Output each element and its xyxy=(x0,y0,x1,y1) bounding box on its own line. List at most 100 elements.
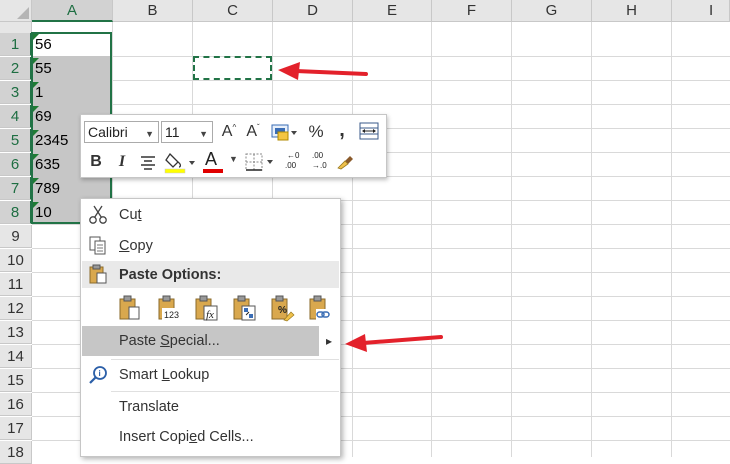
row-header-4[interactable]: 4 xyxy=(0,105,32,128)
cell-a5[interactable]: 2345 xyxy=(35,129,68,152)
chevron-down-icon: ▼ xyxy=(145,129,154,139)
row-header-8[interactable]: 8 xyxy=(0,201,32,224)
fill-color-button[interactable] xyxy=(163,150,199,174)
row-header-3[interactable]: 3 xyxy=(0,81,32,104)
menu-item-insert-copied-cells[interactable]: Insert Copied Cells... xyxy=(82,422,339,452)
annotation-arrow-icon xyxy=(345,334,443,352)
column-header-d[interactable]: D xyxy=(273,0,353,22)
row-header-1[interactable]: 1 xyxy=(0,33,32,56)
annotation-arrow-icon xyxy=(278,62,368,80)
menu-label-cut: Cut xyxy=(119,207,142,223)
error-flag-icon[interactable] xyxy=(33,34,39,40)
svg-text:%: % xyxy=(278,305,287,316)
format-painter-button[interactable] xyxy=(335,151,355,171)
paste-icon[interactable] xyxy=(117,293,143,323)
column-header-c[interactable]: C xyxy=(193,0,273,22)
menu-label-copy: Copy xyxy=(119,238,153,254)
error-flag-icon[interactable] xyxy=(33,202,39,208)
menu-item-copy[interactable]: Copy xyxy=(82,231,339,261)
error-flag-icon[interactable] xyxy=(33,58,39,64)
decrease-font-icon: A xyxy=(246,123,257,140)
menu-label-smart-lookup: Smart Lookup xyxy=(119,367,210,383)
error-flag-icon[interactable] xyxy=(33,178,39,184)
number-format-button[interactable] xyxy=(269,121,299,143)
column-header-e[interactable]: E xyxy=(353,0,432,22)
decrease-decimal-button[interactable]: .00 →.0 xyxy=(308,151,332,175)
row-header-10[interactable]: 10 xyxy=(0,249,32,272)
increase-decimal-icon: .00 xyxy=(285,161,297,170)
svg-text:123: 123 xyxy=(164,310,179,320)
select-all-triangle-icon xyxy=(17,7,29,19)
font-color-button[interactable]: A ▼ xyxy=(203,149,239,175)
context-menu: Cut Copy Paste Options: 123 fx % Paste S… xyxy=(80,198,341,457)
row-header-5[interactable]: 5 xyxy=(0,129,32,152)
menu-label-paste-special: Paste Special... xyxy=(119,333,220,349)
clipboard-icon xyxy=(89,264,107,284)
row-header-17[interactable]: 17 xyxy=(0,417,32,440)
mini-toolbar: Calibri ▼ 11 ▼ A ^ Aˇ % , B I A ▼ ←0 .00… xyxy=(80,114,387,178)
submenu-arrow-icon[interactable]: ▸ xyxy=(318,326,339,356)
smart-lookup-icon: i xyxy=(89,366,107,384)
increase-font-size-button[interactable]: A ^ xyxy=(219,121,239,143)
row-header-18[interactable]: 18 xyxy=(0,441,32,464)
error-flag-icon[interactable] xyxy=(33,154,39,160)
select-all-button[interactable] xyxy=(0,0,32,22)
row-header-12[interactable]: 12 xyxy=(0,297,32,320)
font-color-icon: A xyxy=(205,149,218,169)
paste-options-header: Paste Options: xyxy=(82,261,339,288)
center-align-button[interactable] xyxy=(137,152,159,172)
menu-item-paste-special[interactable]: Paste Special... ▸ xyxy=(82,326,339,356)
row-header-9[interactable]: 9 xyxy=(0,225,32,248)
font-size-combo[interactable]: 11 ▼ xyxy=(161,121,213,143)
column-header-f[interactable]: F xyxy=(432,0,512,22)
paste-formatting-icon[interactable]: % xyxy=(269,293,295,323)
paint-bucket-icon xyxy=(164,152,195,174)
row-header-15[interactable]: 15 xyxy=(0,369,32,392)
font-name-combo[interactable]: Calibri ▼ xyxy=(84,121,159,143)
column-header-b[interactable]: B xyxy=(113,0,193,22)
column-header-h[interactable]: H xyxy=(592,0,672,22)
error-flag-icon[interactable] xyxy=(33,106,39,112)
increase-font-icon: A xyxy=(221,123,233,140)
menu-item-cut[interactable]: Cut xyxy=(82,200,339,230)
borders-button[interactable] xyxy=(243,151,277,173)
italic-button[interactable]: I xyxy=(113,151,131,173)
font-size-value: 11 xyxy=(165,124,180,140)
borders-icon xyxy=(245,153,273,171)
column-header-g[interactable]: G xyxy=(512,0,592,22)
row-header-11[interactable]: 11 xyxy=(0,273,32,296)
wrap-text-button[interactable] xyxy=(358,121,380,141)
accounting-format-icon xyxy=(271,124,297,141)
align-center-icon xyxy=(141,156,155,170)
error-flag-icon[interactable] xyxy=(33,82,39,88)
row-header-6[interactable]: 6 xyxy=(0,153,32,176)
row-header-16[interactable]: 16 xyxy=(0,393,32,416)
paste-options-label: Paste Options: xyxy=(119,266,222,283)
menu-item-translate[interactable]: Translate xyxy=(82,392,339,422)
paste-formulas-icon[interactable]: fx xyxy=(193,293,219,323)
paste-link-icon[interactable] xyxy=(307,293,333,323)
paste-target-cell-c2[interactable] xyxy=(193,56,272,80)
error-flag-icon[interactable] xyxy=(33,130,39,136)
comma-style-button[interactable]: , xyxy=(333,119,351,141)
decrease-font-size-button[interactable]: Aˇ xyxy=(243,121,263,143)
menu-item-smart-lookup[interactable]: i Smart Lookup xyxy=(82,360,339,390)
percent-style-button[interactable]: % xyxy=(305,121,327,143)
menu-label-insert-copied-cells: Insert Copied Cells... xyxy=(119,429,254,445)
column-header-a[interactable]: A xyxy=(32,0,113,22)
svg-text:i: i xyxy=(99,369,101,378)
increase-decimal-button[interactable]: ←0 .00 xyxy=(281,151,305,175)
row-header-7[interactable]: 7 xyxy=(0,177,32,200)
scissors-icon xyxy=(89,205,107,224)
row-header-13[interactable]: 13 xyxy=(0,321,32,344)
row-header-2[interactable]: 2 xyxy=(0,57,32,80)
chevron-down-icon: ▼ xyxy=(199,129,208,139)
row-header-14[interactable]: 14 xyxy=(0,345,32,368)
copy-icon xyxy=(89,236,106,255)
paste-transpose-icon[interactable] xyxy=(231,293,257,323)
column-header-i[interactable]: I xyxy=(672,0,730,22)
menu-label-translate: Translate xyxy=(119,399,179,415)
bold-button[interactable]: B xyxy=(87,151,105,173)
paste-values-icon[interactable]: 123 xyxy=(156,293,182,323)
format-painter-icon xyxy=(337,156,353,170)
